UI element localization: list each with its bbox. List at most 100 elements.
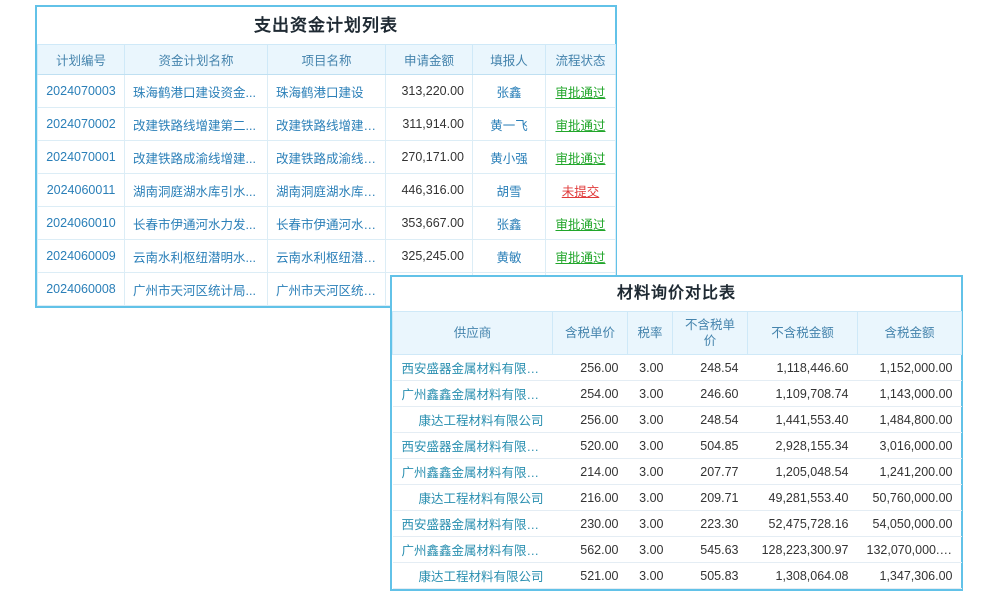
cell: 张鑫 (473, 207, 546, 240)
status-link[interactable]: 审批通过 (546, 141, 616, 174)
cell: 康达工程材料有限公司 (393, 563, 553, 589)
cell: 209.71 (673, 485, 748, 511)
cell: 505.83 (673, 563, 748, 589)
cell: 3.00 (628, 355, 673, 381)
cell: 3,016,000.00 (858, 433, 962, 459)
cell: 改建铁路线增建第... (268, 108, 386, 141)
cell: 湖南洞庭湖水库引... (268, 174, 386, 207)
cell: 353,667.00 (386, 207, 473, 240)
cell: 52,475,728.16 (748, 511, 858, 537)
cell: 2024070001 (38, 141, 125, 174)
cell: 313,220.00 (386, 75, 473, 108)
cell: 545.63 (673, 537, 748, 563)
cell: 132,070,000.00 (858, 537, 962, 563)
cell: 50,760,000.00 (858, 485, 962, 511)
cell: 3.00 (628, 407, 673, 433)
cell: 246.60 (673, 381, 748, 407)
cell: 黄小强 (473, 141, 546, 174)
table-row[interactable]: 西安盛器金属材料有限公司230.003.00223.3052,475,728.1… (393, 511, 962, 537)
expense-plan-panel: 支出资金计划列表 计划编号 资金计划名称 项目名称 申请金额 填报人 流程状态 … (35, 5, 617, 308)
table-row[interactable]: 康达工程材料有限公司521.003.00505.831,308,064.081,… (393, 563, 962, 589)
cell: 广州鑫鑫金属材料有限公司 (393, 459, 553, 485)
table-row[interactable]: 广州鑫鑫金属材料有限公司562.003.00545.63128,223,300.… (393, 537, 962, 563)
cell: 3.00 (628, 563, 673, 589)
cell: 湖南洞庭湖水库引水... (125, 174, 268, 207)
expense-plan-table: 计划编号 资金计划名称 项目名称 申请金额 填报人 流程状态 202407000… (37, 44, 616, 306)
cell: 1,205,048.54 (748, 459, 858, 485)
cell: 325,245.00 (386, 240, 473, 273)
page: 支出资金计划列表 计划编号 资金计划名称 项目名称 申请金额 填报人 流程状态 … (0, 0, 1000, 600)
cell: 1,347,306.00 (858, 563, 962, 589)
cell: 3.00 (628, 433, 673, 459)
cell: 张鑫 (473, 75, 546, 108)
expense-plan-body: 2024070003珠海鹤港口建设资金...珠海鹤港口建设313,220.00张… (38, 75, 616, 306)
cell: 3.00 (628, 485, 673, 511)
cell: 1,118,446.60 (748, 355, 858, 381)
col-header-taxed-price: 含税单价 (553, 312, 628, 355)
table-row[interactable]: 2024060011湖南洞庭湖水库引水...湖南洞庭湖水库引...446,316… (38, 174, 616, 207)
status-link[interactable]: 审批通过 (546, 240, 616, 273)
cell: 西安盛器金属材料有限公司 (393, 511, 553, 537)
cell: 230.00 (553, 511, 628, 537)
table-row[interactable]: 2024070002改建铁路线增建第二...改建铁路线增建第...311,914… (38, 108, 616, 141)
cell: 3.00 (628, 381, 673, 407)
cell: 256.00 (553, 407, 628, 433)
cell: 珠海鹤港口建设资金... (125, 75, 268, 108)
cell: 223.30 (673, 511, 748, 537)
cell: 长春市伊通河水力... (268, 207, 386, 240)
expense-plan-title: 支出资金计划列表 (37, 7, 615, 44)
table-row[interactable]: 广州鑫鑫金属材料有限公司214.003.00207.771,205,048.54… (393, 459, 962, 485)
cell: 1,152,000.00 (858, 355, 962, 381)
cell: 改建铁路线增建第二... (125, 108, 268, 141)
expense-plan-header: 计划编号 资金计划名称 项目名称 申请金额 填报人 流程状态 (38, 45, 616, 75)
cell: 广州市天河区统计... (268, 273, 386, 306)
cell: 2024070003 (38, 75, 125, 108)
cell: 2024060008 (38, 273, 125, 306)
table-row[interactable]: 2024070003珠海鹤港口建设资金...珠海鹤港口建设313,220.00张… (38, 75, 616, 108)
cell: 3.00 (628, 459, 673, 485)
cell: 248.54 (673, 355, 748, 381)
cell: 2024060011 (38, 174, 125, 207)
material-quote-panel: 材料询价对比表 供应商 含税单价 税率 不含税单价 不含税金额 含税金额 西安盛… (390, 275, 963, 591)
col-header-project: 项目名称 (268, 45, 386, 75)
cell: 云南水利枢纽潜明... (268, 240, 386, 273)
col-header-filler: 填报人 (473, 45, 546, 75)
status-link[interactable]: 未提交 (546, 174, 616, 207)
cell: 216.00 (553, 485, 628, 511)
cell: 254.00 (553, 381, 628, 407)
cell: 1,143,000.00 (858, 381, 962, 407)
col-header-plan-no: 计划编号 (38, 45, 125, 75)
col-header-amount: 申请金额 (386, 45, 473, 75)
cell: 3.00 (628, 511, 673, 537)
table-row[interactable]: 2024060009云南水利枢纽潜明水...云南水利枢纽潜明...325,245… (38, 240, 616, 273)
table-row[interactable]: 广州鑫鑫金属材料有限公司254.003.00246.601,109,708.74… (393, 381, 962, 407)
cell: 云南水利枢纽潜明水... (125, 240, 268, 273)
material-quote-title: 材料询价对比表 (392, 277, 961, 311)
cell: 207.77 (673, 459, 748, 485)
table-row[interactable]: 2024070001改建铁路成渝线增建...改建铁路成渝线增...270,171… (38, 141, 616, 174)
table-row[interactable]: 2024060010长春市伊通河水力发...长春市伊通河水力...353,667… (38, 207, 616, 240)
cell: 黄敏 (473, 240, 546, 273)
cell: 446,316.00 (386, 174, 473, 207)
cell: 521.00 (553, 563, 628, 589)
cell: 520.00 (553, 433, 628, 459)
cell: 2024060009 (38, 240, 125, 273)
cell: 128,223,300.97 (748, 537, 858, 563)
cell: 改建铁路成渝线增建... (125, 141, 268, 174)
status-link[interactable]: 审批通过 (546, 108, 616, 141)
cell: 54,050,000.00 (858, 511, 962, 537)
material-quote-header: 供应商 含税单价 税率 不含税单价 不含税金额 含税金额 (393, 312, 962, 355)
cell: 西安盛器金属材料有限公司 (393, 433, 553, 459)
table-row[interactable]: 西安盛器金属材料有限公司256.003.00248.541,118,446.60… (393, 355, 962, 381)
table-row[interactable]: 康达工程材料有限公司216.003.00209.7149,281,553.405… (393, 485, 962, 511)
cell: 49,281,553.40 (748, 485, 858, 511)
status-link[interactable]: 审批通过 (546, 75, 616, 108)
cell: 西安盛器金属材料有限公司 (393, 355, 553, 381)
table-row[interactable]: 康达工程材料有限公司256.003.00248.541,441,553.401,… (393, 407, 962, 433)
cell: 562.00 (553, 537, 628, 563)
cell: 1,308,064.08 (748, 563, 858, 589)
table-row[interactable]: 西安盛器金属材料有限公司520.003.00504.852,928,155.34… (393, 433, 962, 459)
cell: 广州市天河区统计局... (125, 273, 268, 306)
cell: 3.00 (628, 537, 673, 563)
status-link[interactable]: 审批通过 (546, 207, 616, 240)
